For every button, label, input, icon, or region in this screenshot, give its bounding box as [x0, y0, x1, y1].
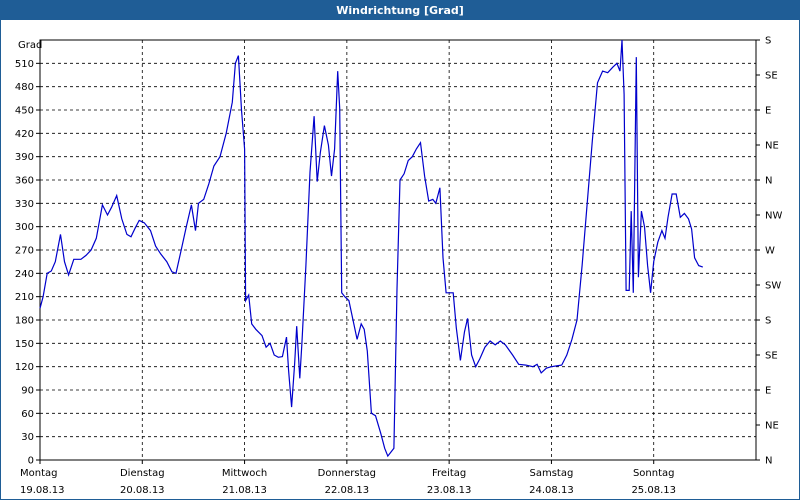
x-tick-date: 20.08.13: [120, 485, 165, 496]
x-tick-day: Freitag: [432, 468, 466, 479]
y-tick-label: 330: [15, 199, 34, 210]
x-tick-date: 21.08.13: [222, 485, 267, 496]
y-tick-label: 270: [15, 246, 34, 257]
x-tick-date: 22.08.13: [325, 485, 370, 496]
x-tick-day: Donnerstag: [318, 468, 376, 479]
right-tick-label: N: [765, 456, 772, 467]
right-tick-label: SE: [765, 351, 778, 362]
y-tick-label: 390: [15, 152, 34, 163]
y-tick-label: 240: [15, 269, 34, 280]
wind-direction-chart: 0 30 60 90 120 150 180 210 240 270 300 330 360 390 420…: [15, 36, 783, 497]
right-tick-label: NE: [765, 141, 779, 152]
x-tick-date: 23.08.13: [427, 485, 472, 496]
x-tick-day: Mittwoch: [222, 468, 267, 479]
x-tick-date: 24.08.13: [529, 485, 574, 496]
y-tick-label: 210: [15, 292, 34, 303]
right-tick-label: NW: [765, 211, 782, 222]
right-tick-label: SW: [765, 281, 781, 292]
right-tick-label: E: [765, 106, 771, 117]
x-tick-date: 19.08.13: [20, 485, 65, 496]
y-axis-label: Grad: [18, 40, 42, 51]
y-tick-label: 30: [21, 432, 34, 443]
y-tick-label: 480: [15, 82, 34, 93]
right-tick-label: S: [765, 36, 771, 47]
right-tick-label: E: [765, 386, 771, 397]
y-tick-label: 90: [21, 386, 34, 397]
x-tick-day: Montag: [20, 468, 57, 479]
y-tick-label: 120: [15, 362, 34, 373]
right-tick-label: SE: [765, 71, 778, 82]
y-tick-label: 0: [28, 456, 34, 467]
right-tick-label: N: [765, 176, 772, 187]
right-tick-label: S: [765, 316, 771, 327]
right-tick-label: NE: [765, 421, 779, 432]
y-tick-label: 360: [15, 176, 34, 187]
y-tick-label: 180: [15, 316, 34, 327]
x-tick-date: 25.08.13: [631, 485, 676, 496]
y-tick-label: 300: [15, 222, 34, 233]
y-tick-label: 450: [15, 106, 34, 117]
y-tick-label: 510: [15, 59, 34, 70]
y-tick-label: 420: [15, 129, 34, 140]
x-tick-day: Dienstag: [120, 468, 165, 479]
y-tick-label: 60: [21, 409, 34, 420]
x-tick-day: Samstag: [530, 468, 574, 479]
x-tick-day: Sonntag: [633, 468, 675, 479]
right-tick-label: W: [765, 246, 775, 257]
y-tick-label: 150: [15, 339, 34, 350]
